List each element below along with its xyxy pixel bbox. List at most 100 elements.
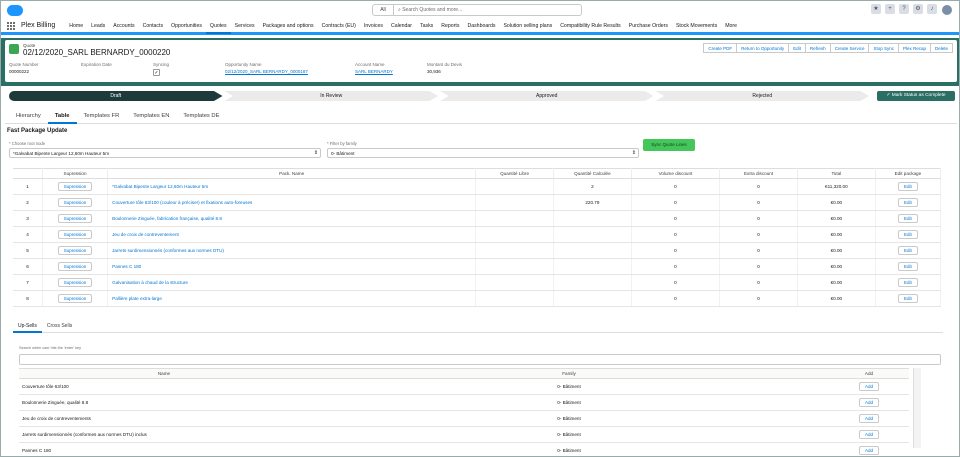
notification-bell-icon[interactable]: ♪ xyxy=(927,4,937,14)
edit-package-button[interactable]: Edit xyxy=(897,246,918,255)
nav-item-quotes[interactable]: Quotes xyxy=(205,18,231,34)
nav-item-stock-movements[interactable]: Stock Movements xyxy=(672,18,721,34)
supression-button[interactable]: Supression xyxy=(57,262,93,271)
tab-templates-en[interactable]: Templates EN xyxy=(126,109,176,124)
family-filter-select[interactable]: 0- Bâtiment ⇕ xyxy=(327,148,639,158)
search-scope[interactable]: All xyxy=(372,4,394,16)
add-button[interactable]: Add xyxy=(858,382,879,391)
refresh-button[interactable]: Refresh xyxy=(804,43,831,53)
pack-name-link[interactable]: Galvanisation à chaud de la structure xyxy=(112,280,188,285)
edit-package-button[interactable]: Edit xyxy=(897,230,918,239)
help-icon[interactable]: ? xyxy=(899,4,909,14)
create-pdf-button[interactable]: Create PDF xyxy=(703,43,738,53)
nav-item-services[interactable]: Services xyxy=(231,18,259,34)
search-input[interactable]: ⌕ Search Quotes and more... xyxy=(394,4,582,16)
sells-table: Name Family Add Couverture tôle 63/100 0- B… xyxy=(19,368,909,456)
tab-hierarchy[interactable]: Hierarchy xyxy=(9,109,48,124)
supression-button[interactable]: Supression xyxy=(57,214,93,223)
nav-item-tasks[interactable]: Tasks xyxy=(416,18,437,34)
row-number: 4 xyxy=(13,226,43,243)
pack-name-link[interactable]: Pannes C 180 xyxy=(112,264,141,269)
cell-vd: 0 xyxy=(631,274,721,291)
sells-scrollbar[interactable] xyxy=(913,368,921,448)
create-service-button[interactable]: Create Service xyxy=(829,43,870,53)
pack-name-link[interactable]: Couverture tôle 63/100 (couleur à précis… xyxy=(112,200,252,205)
tab-table[interactable]: Table xyxy=(47,109,77,124)
tab-templates-de[interactable]: Templates DE xyxy=(176,109,226,124)
nav-item-leads[interactable]: Leads xyxy=(87,18,109,34)
add-icon[interactable]: + xyxy=(885,4,895,14)
add-button[interactable]: Add xyxy=(858,446,879,455)
row-number: 6 xyxy=(13,258,43,275)
nav-item-invoices[interactable]: Invoices xyxy=(360,18,387,34)
supression-button[interactable]: Supression xyxy=(57,278,93,287)
path-step-rejected[interactable]: Rejected xyxy=(655,91,869,101)
pack-name-link[interactable]: Jarrets surdimensionnés (conformes aux n… xyxy=(112,248,224,253)
return-to-opportunity-button[interactable]: Return to Opportunity xyxy=(736,43,790,53)
supression-cell: Supression xyxy=(42,290,109,307)
user-avatar[interactable] xyxy=(941,4,953,16)
stop-sync-button[interactable]: Stop Sync xyxy=(868,43,899,53)
sells-add-cell: Add xyxy=(829,426,909,443)
pack-name-link[interactable]: *Galvabat Bipente Largeur 12,60m Hauteur… xyxy=(112,184,208,189)
edit-package-button[interactable]: Edit xyxy=(897,294,918,303)
select-arrow-icon: ⇕ xyxy=(631,150,636,156)
delete-button[interactable]: Delete xyxy=(929,43,953,53)
nav-item-purchase-orders[interactable]: Purchase Orders xyxy=(625,18,672,34)
supression-button[interactable]: Supression xyxy=(57,230,93,239)
app-launcher-icon[interactable] xyxy=(7,21,15,30)
nav-item-reports[interactable]: Reports xyxy=(437,18,463,34)
nav-item-solution-selling-plans[interactable]: Solution selling plans xyxy=(499,18,556,34)
setup-gear-icon[interactable]: ⚙ xyxy=(913,4,923,14)
add-button[interactable]: Add xyxy=(858,430,879,439)
nav-item-calendar[interactable]: Calendar xyxy=(387,18,416,34)
path-step-draft[interactable]: Draft xyxy=(9,91,223,101)
tab-templates-fr[interactable]: Templates FR xyxy=(77,109,127,124)
pack-name-link[interactable]: Jeu de croix de contreventement xyxy=(112,232,179,237)
edit-button[interactable]: Edit xyxy=(788,43,806,53)
edit-cell: Edit xyxy=(875,178,942,195)
nav-item-accounts[interactable]: Accounts xyxy=(109,18,138,34)
add-button[interactable]: Add xyxy=(858,414,879,423)
mark-status-complete-button[interactable]: ✓ Mark Status as Complete xyxy=(877,91,955,101)
supression-button[interactable]: Supression xyxy=(57,198,93,207)
field-value[interactable]: 02/12/2020_SARL BERNARDY_0000187 xyxy=(225,69,355,74)
nav-item-opportunities[interactable]: Opportunities xyxy=(167,18,206,34)
path-step-in-review[interactable]: In Review xyxy=(224,91,438,101)
supression-button[interactable]: Supression xyxy=(57,246,93,255)
edit-package-button[interactable]: Edit xyxy=(897,278,918,287)
supression-button[interactable]: Supression xyxy=(57,182,93,191)
nav-item-packages-and-options[interactable]: Packages and options xyxy=(259,18,318,34)
field-value[interactable]: SARL BERNARDY xyxy=(355,69,427,74)
root-node-select[interactable]: *Galvabat Bipente Largeur 12,60m Hauteur… xyxy=(9,148,321,158)
sells-search-input[interactable] xyxy=(19,354,941,365)
edit-package-button[interactable]: Edit xyxy=(897,214,918,223)
pack-name-link[interactable]: Boulonnerie Zinguée, fabrication françai… xyxy=(112,216,222,221)
sync-quote-lines-button[interactable]: Sync Quote Lines xyxy=(643,139,695,151)
cell-ql xyxy=(475,226,554,243)
tab-cross-sells[interactable]: Cross Sells xyxy=(42,319,77,333)
nav-item-dashboards[interactable]: Dashboards xyxy=(463,18,499,34)
nav-item-contracts-eu-[interactable]: Contracts (EU) xyxy=(318,18,360,34)
nav-item-more[interactable]: More xyxy=(721,18,741,34)
cell-ql xyxy=(475,258,554,275)
global-search[interactable]: All ⌕ Search Quotes and more... xyxy=(372,4,582,16)
edit-package-button[interactable]: Edit xyxy=(897,262,918,271)
tab-up-sells[interactable]: Up-Sells xyxy=(13,319,42,333)
col-header-7: Edit package xyxy=(875,168,942,179)
nav-item-compatibility-rule-results[interactable]: Compatibility Rule Results xyxy=(556,18,625,34)
pack-name-link[interactable]: Pallière plate extra-large xyxy=(112,296,162,301)
supression-button[interactable]: Supression xyxy=(57,294,93,303)
add-button[interactable]: Add xyxy=(858,398,879,407)
salesforce-logo[interactable] xyxy=(7,4,23,16)
path-step-approved[interactable]: Approved xyxy=(440,91,654,101)
nav-item-contacts[interactable]: Contacts xyxy=(139,18,167,34)
edit-package-button[interactable]: Edit xyxy=(897,182,918,191)
plex-recap-button[interactable]: Plex Recap xyxy=(897,43,931,53)
favorites-icon[interactable]: ★ xyxy=(871,4,881,14)
field-montant-du-devis: Montant du Devis 30,936 xyxy=(427,62,499,76)
cell-qc xyxy=(553,210,632,227)
cell-total: €0.00 xyxy=(797,242,876,259)
edit-package-button[interactable]: Edit xyxy=(897,198,918,207)
nav-item-home[interactable]: Home xyxy=(65,18,87,34)
